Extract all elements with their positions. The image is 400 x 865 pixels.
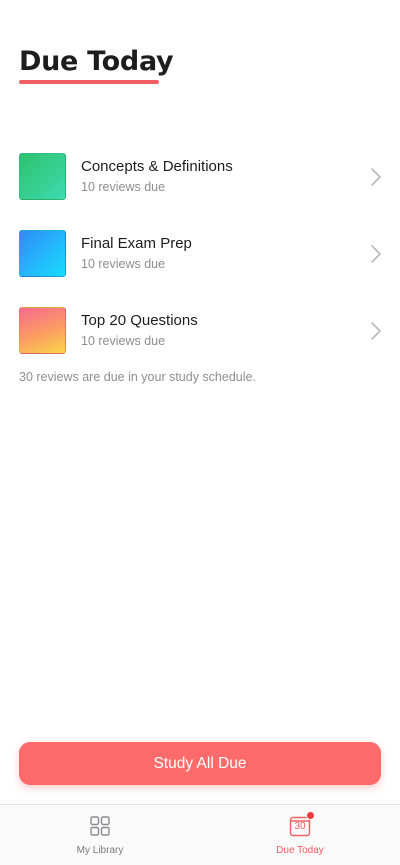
deck-thumbnail [19, 153, 66, 200]
chevron-right-icon [371, 245, 381, 263]
deck-item-final-exam[interactable]: Final Exam Prep 10 reviews due [0, 229, 400, 277]
deck-reviews-due: 10 reviews due [81, 257, 166, 271]
deck-name: Concepts & Definitions [81, 158, 233, 175]
deck-name: Top 20 Questions [81, 312, 198, 329]
chevron-right-icon [371, 168, 381, 186]
title-underline [19, 80, 159, 84]
deck-list: Concepts & Definitions 10 reviews due Fi… [0, 152, 400, 383]
notification-badge [306, 811, 315, 820]
deck-thumbnail [19, 230, 66, 277]
reviews-summary: 30 reviews are due in your study schedul… [19, 370, 256, 384]
grid-icon [90, 816, 110, 836]
deck-name: Final Exam Prep [81, 235, 192, 252]
tab-label: My Library [76, 845, 124, 856]
deck-item-concepts[interactable]: Concepts & Definitions 10 reviews due [0, 152, 400, 200]
deck-thumbnail [19, 307, 66, 354]
deck-reviews-due: 10 reviews due [81, 334, 166, 348]
tab-due-today[interactable]: 30 Due Today [200, 805, 400, 865]
tab-my-library[interactable]: My Library [0, 805, 200, 865]
deck-item-top-20[interactable]: Top 20 Questions 10 reviews due [0, 306, 400, 354]
study-all-due-button[interactable]: Study All Due [19, 742, 381, 785]
tab-bar: My Library 30 Due Today [0, 804, 400, 865]
page-title: Due Today [19, 46, 174, 77]
calendar-number: 30 [294, 821, 306, 832]
chevron-right-icon [371, 322, 381, 340]
deck-reviews-due: 10 reviews due [81, 180, 166, 194]
tab-label: Due Today [276, 845, 324, 856]
due-today-screen: Due Today Concepts & Definitions 10 revi… [0, 0, 400, 865]
